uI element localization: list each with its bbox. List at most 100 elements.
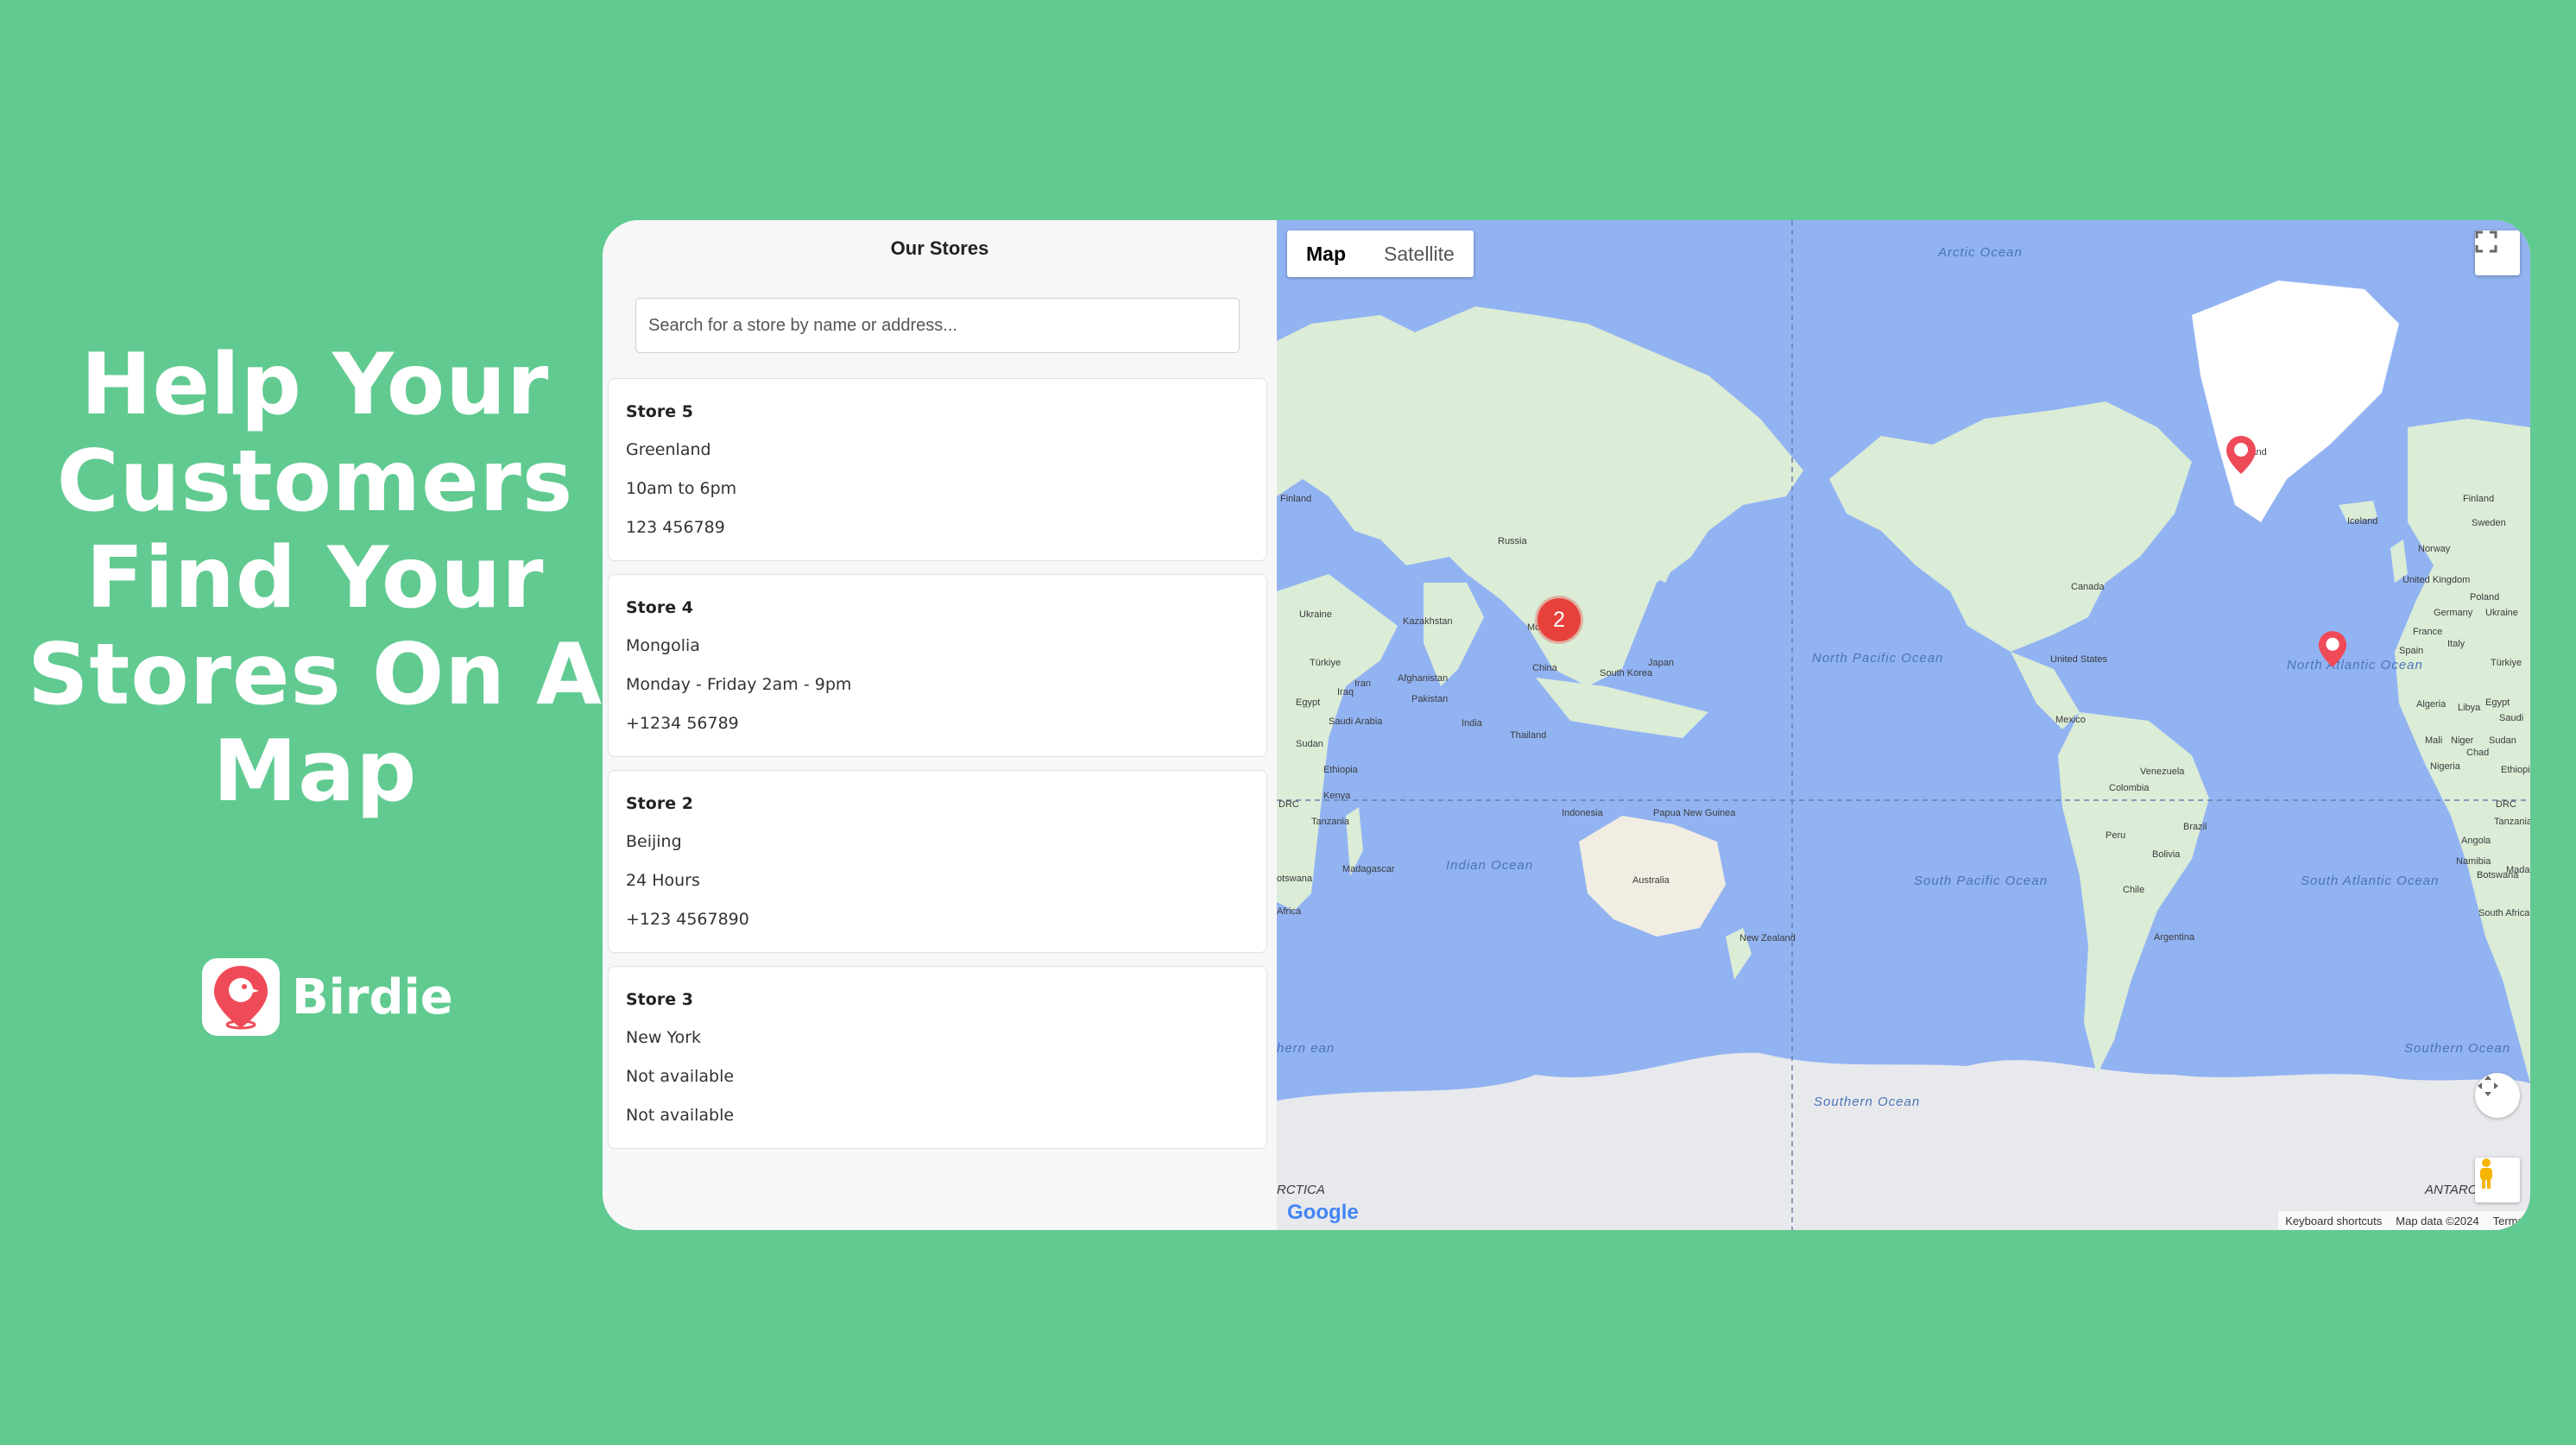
drc-label: DRC bbox=[1279, 799, 1299, 810]
colombia-label: Colombia bbox=[2109, 783, 2150, 793]
store-phone: +1234 56789 bbox=[626, 714, 739, 733]
south-pacific-label: South Pacific Ocean bbox=[1914, 874, 2048, 888]
ukraine-label: Ukraine bbox=[1299, 609, 1332, 620]
store-card[interactable]: Store 2 Beijing 24 Hours +123 4567890 bbox=[608, 770, 1267, 953]
madagascar-right-label: Mada bbox=[2506, 865, 2530, 875]
turkey-right-label: Türkiye bbox=[2491, 658, 2522, 668]
store-name: Store 4 bbox=[626, 598, 693, 617]
mali-label: Mali bbox=[2425, 735, 2442, 746]
tanzania-right-label: Tanzania bbox=[2494, 817, 2530, 827]
saudi-arabia-label: Saudi Arabia bbox=[1329, 716, 1383, 727]
promo-title: Help Your Customers Find Your Stores On … bbox=[27, 336, 603, 821]
saudi-right-label: Saudi bbox=[2499, 713, 2523, 723]
thailand-label: Thailand bbox=[1510, 730, 1546, 741]
street-view-pegman-icon[interactable] bbox=[2475, 1158, 2520, 1202]
finland-right-label: Finland bbox=[2463, 494, 2494, 504]
south-africa-label: Africa bbox=[1277, 906, 1302, 917]
brand: Birdie bbox=[202, 958, 453, 1036]
afghanistan-label: Afghanistan bbox=[1398, 673, 1448, 684]
norway-label: Norway bbox=[2418, 544, 2451, 554]
sudan-right-label: Sudan bbox=[2489, 735, 2516, 746]
mexico-label: Mexico bbox=[2055, 715, 2086, 725]
uk-label: United Kingdom bbox=[2402, 575, 2470, 585]
southern-ocean-label: Southern Ocean bbox=[1814, 1095, 1920, 1109]
brazil-label: Brazil bbox=[2183, 822, 2207, 832]
store-location: Beijing bbox=[626, 832, 682, 851]
store-location: Mongolia bbox=[626, 636, 700, 655]
iraq-label: Iraq bbox=[1337, 687, 1354, 697]
poland-label: Poland bbox=[2470, 592, 2499, 603]
chile-label: Chile bbox=[2123, 885, 2144, 895]
store-search-input[interactable]: Search for a store by name or address... bbox=[635, 298, 1240, 353]
peru-label: Peru bbox=[2106, 830, 2125, 841]
venezuela-label: Venezuela bbox=[2140, 767, 2185, 777]
store-name: Store 3 bbox=[626, 990, 693, 1009]
japan-label: Japan bbox=[1648, 658, 1674, 668]
search-placeholder: Search for a store by name or address... bbox=[648, 315, 957, 335]
botswana-label: otswana bbox=[1277, 874, 1313, 884]
libya-label: Libya bbox=[2458, 703, 2481, 713]
united-states-label: United States bbox=[2050, 654, 2108, 665]
niger-label: Niger bbox=[2451, 735, 2474, 746]
store-card[interactable]: Store 5 Greenland 10am to 6pm 123 456789 bbox=[608, 378, 1267, 561]
brand-name: Birdie bbox=[292, 969, 453, 1025]
india-label: India bbox=[1462, 718, 1483, 729]
south-atlantic-label: South Atlantic Ocean bbox=[2301, 874, 2439, 888]
russia-label: Russia bbox=[1498, 536, 1528, 546]
tanzania-label: Tanzania bbox=[1311, 817, 1350, 827]
fullscreen-icon[interactable] bbox=[2475, 230, 2520, 275]
south-africa-right-label: South Africa bbox=[2478, 908, 2530, 918]
argentina-label: Argentina bbox=[2154, 932, 2195, 943]
pakistan-label: Pakistan bbox=[1411, 694, 1448, 704]
china-label: China bbox=[1532, 663, 1558, 673]
egypt-right-label: Egypt bbox=[2485, 697, 2510, 708]
ethiopia-label: Ethiopia bbox=[1323, 765, 1359, 775]
store-list-sidebar: Our Stores Search for a store by name or… bbox=[603, 220, 1277, 1230]
store-hours: Monday - Friday 2am - 9pm bbox=[626, 675, 852, 694]
camera-control-icon[interactable] bbox=[2475, 1073, 2520, 1118]
birdie-logo-icon bbox=[202, 958, 280, 1036]
cluster-count: 2 bbox=[1553, 607, 1565, 632]
store-card[interactable]: Store 4 Mongolia Monday - Friday 2am - 9… bbox=[608, 574, 1267, 757]
iceland-label: Iceland bbox=[2347, 516, 2377, 527]
kenya-label: Kenya bbox=[1323, 791, 1351, 801]
store-phone: +123 4567890 bbox=[626, 910, 749, 929]
indian-ocean-label: Indian Ocean bbox=[1446, 858, 1533, 873]
map-tab[interactable]: Map bbox=[1287, 230, 1365, 277]
namibia-label: Namibia bbox=[2456, 856, 2491, 867]
canada-label: Canada bbox=[2071, 582, 2105, 592]
map-footer: Keyboard shortcuts Map data ©2024 Terms bbox=[2278, 1211, 2530, 1230]
store-phone: 123 456789 bbox=[626, 518, 725, 537]
map-data-attribution: Map data ©2024 bbox=[2396, 1214, 2479, 1227]
iran-label: Iran bbox=[1354, 678, 1371, 689]
png-label: Papua New Guinea bbox=[1653, 808, 1736, 818]
store-hours: 24 Hours bbox=[626, 871, 700, 890]
keyboard-shortcuts-link[interactable]: Keyboard shortcuts bbox=[2285, 1215, 2382, 1227]
north-atlantic-label: North Atlantic Ocean bbox=[2287, 658, 2423, 672]
north-pacific-label: North Pacific Ocean bbox=[1812, 651, 1943, 666]
satellite-tab[interactable]: Satellite bbox=[1365, 230, 1474, 277]
new-zealand-label: New Zealand bbox=[1739, 933, 1796, 943]
drc-right-label: DRC bbox=[2496, 799, 2516, 810]
south-korea-label: South Korea bbox=[1600, 668, 1653, 678]
algeria-label: Algeria bbox=[2416, 699, 2447, 710]
australia-label: Australia bbox=[1632, 875, 1670, 886]
nigeria-label: Nigeria bbox=[2430, 761, 2461, 772]
terms-link[interactable]: Terms bbox=[2493, 1215, 2523, 1227]
spain-label: Spain bbox=[2399, 646, 2423, 656]
store-hours: 10am to 6pm bbox=[626, 479, 737, 498]
angola-label: Angola bbox=[2461, 836, 2491, 846]
store-name: Store 5 bbox=[626, 402, 693, 421]
sudan-label: Sudan bbox=[1296, 739, 1323, 749]
world-map[interactable]: Arctic Ocean North Pacific Ocean North A… bbox=[1277, 220, 2530, 1230]
arctic-ocean-label: Arctic Ocean bbox=[1937, 245, 2023, 260]
antarctica-left-label: RCTICA bbox=[1277, 1183, 1325, 1197]
store-card[interactable]: Store 3 New York Not available Not avail… bbox=[608, 966, 1267, 1149]
southern-ocean-right-label: Southern Ocean bbox=[2404, 1041, 2510, 1056]
cluster-marker[interactable]: 2 bbox=[1537, 598, 1581, 641]
madagascar-label: Madagascar bbox=[1342, 864, 1395, 874]
germany-label: Germany bbox=[2434, 608, 2473, 618]
map-canvas: Arctic Ocean North Pacific Ocean North A… bbox=[1277, 220, 2530, 1230]
google-logo: Google bbox=[1287, 1201, 1359, 1224]
france-label: France bbox=[2413, 627, 2442, 637]
